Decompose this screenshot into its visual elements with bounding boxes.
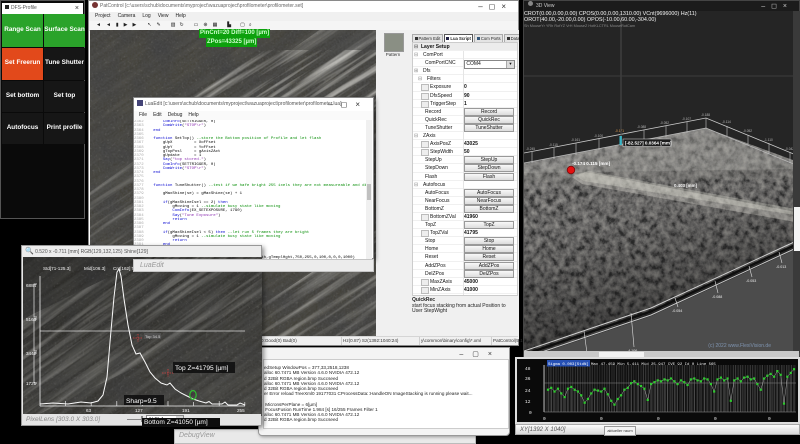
svg-text:12: 12 xyxy=(525,399,531,405)
svg-text:191: 191 xyxy=(182,408,190,413)
svg-text:6884: 6884 xyxy=(26,283,37,288)
svg-text:Top 34.5: Top 34.5 xyxy=(145,334,161,339)
svg-text:0: 0 xyxy=(657,416,660,422)
svg-text:-0.171: -0.171 xyxy=(615,129,624,133)
svg-text:0: 0 xyxy=(714,416,717,422)
svg-text:63: 63 xyxy=(86,408,92,413)
svg-text:Sharp=9.5: Sharp=9.5 xyxy=(126,398,157,405)
svg-text:Top Z=41795 [µm]: Top Z=41795 [µm] xyxy=(175,365,229,372)
svg-text:0: 0 xyxy=(543,416,546,422)
svg-text:-0.100: -0.100 xyxy=(594,134,603,138)
svg-text:-0.115: -0.115 xyxy=(549,143,558,147)
svg-text:-0.188: -0.188 xyxy=(701,113,710,117)
svg-text:Mid[106.3]: Mid[106.3] xyxy=(84,266,105,271)
svg-text:Sigma 0.003[StdN]: Sigma 0.003[StdN] xyxy=(548,362,589,367)
svg-text:-1.110: -1.110 xyxy=(764,138,773,142)
svg-text:1721: 1721 xyxy=(26,381,37,386)
svg-text:0: 0 xyxy=(529,410,532,416)
svg-text:-0.054: -0.054 xyxy=(672,309,682,313)
svg-text:Max 47.459 Min 5.411 Mid 25.94: Max 47.459 Min 5.411 Mid 25.947 CVE 92 I… xyxy=(591,362,716,367)
svg-text:-0.053: -0.053 xyxy=(746,279,756,283)
svg-text:-0.088: -0.088 xyxy=(712,295,722,299)
svg-text:-0.013: -0.013 xyxy=(776,265,786,269)
svg-text:0: 0 xyxy=(600,416,603,422)
svg-text:-0.088: -0.088 xyxy=(637,125,646,129)
svg-text:-0.174 0.115 [mm]: -0.174 0.115 [mm] xyxy=(572,161,611,166)
svg-text:-0.245: -0.245 xyxy=(526,147,535,151)
svg-text:Std[71-125.3]: Std[71-125.3] xyxy=(43,266,71,271)
svg-text:127: 127 xyxy=(135,408,143,413)
svg-text:-0.114: -0.114 xyxy=(722,120,731,124)
svg-text:-0.052: -0.052 xyxy=(743,129,752,133)
svg-text:0: 0 xyxy=(768,416,771,422)
svg-text:24: 24 xyxy=(525,388,531,394)
svg-text:5163: 5163 xyxy=(26,317,37,322)
svg-text:-0.161: -0.161 xyxy=(571,138,580,142)
svg-text:36: 36 xyxy=(525,376,531,382)
svg-text:3442: 3442 xyxy=(26,351,37,356)
svg-text:48: 48 xyxy=(525,366,531,372)
svg-text:-0.107: -0.107 xyxy=(682,117,691,121)
svg-text:255: 255 xyxy=(237,408,245,413)
svg-text:0.403 [mm]: 0.403 [mm] xyxy=(674,183,697,188)
svg-text:[-82.527] 0.0364 [mm]: [-82.527] 0.0364 [mm] xyxy=(625,141,672,146)
svg-text:-0.052: -0.052 xyxy=(660,121,669,125)
